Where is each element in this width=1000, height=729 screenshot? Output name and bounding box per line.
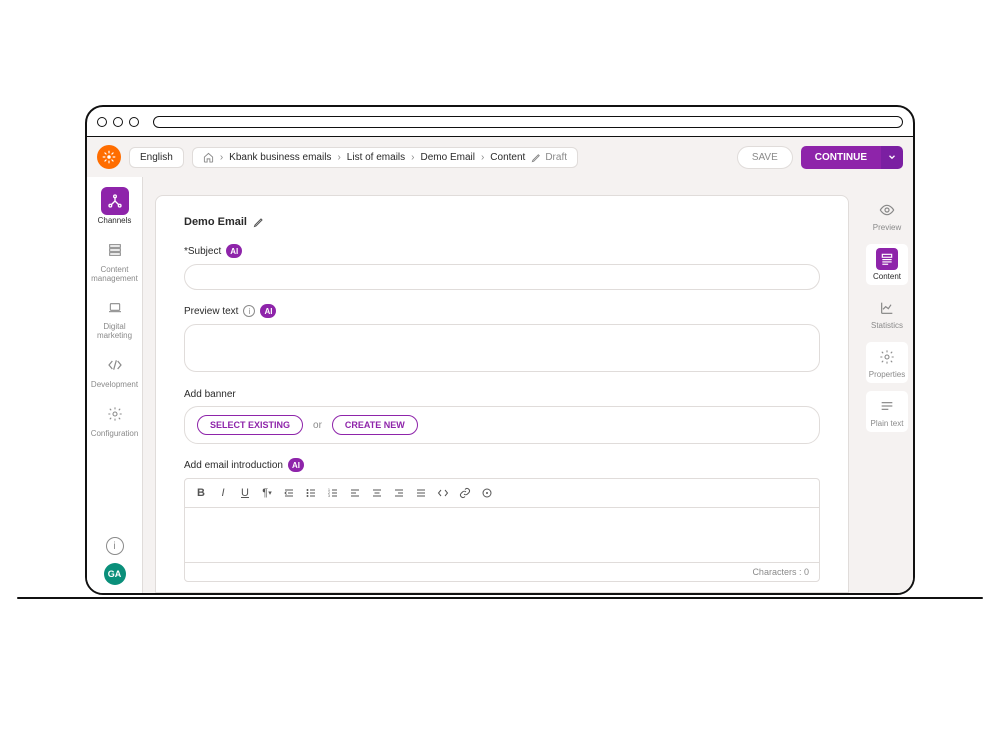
eye-icon	[879, 202, 895, 218]
window-close-icon[interactable]	[97, 117, 107, 127]
save-button[interactable]: SAVE	[737, 146, 793, 169]
rte-bullet-list[interactable]	[301, 483, 321, 503]
nav-content-management[interactable]: Content management	[87, 236, 142, 284]
add-banner-label: Add banner	[184, 389, 820, 400]
nav-label: Content management	[90, 266, 140, 284]
tab-label: Preview	[873, 223, 901, 232]
svg-text:3: 3	[328, 494, 330, 498]
brand-logo[interactable]	[97, 145, 121, 169]
tab-content[interactable]: Content	[866, 244, 908, 285]
ai-badge[interactable]: AI	[288, 458, 304, 472]
rte-code[interactable]	[433, 483, 453, 503]
subject-label: *Subject AI	[184, 244, 820, 258]
development-icon	[107, 357, 123, 373]
rte-paragraph[interactable]: ¶▾	[257, 483, 277, 503]
pencil-icon	[531, 152, 542, 163]
nav-configuration[interactable]: Configuration	[87, 400, 142, 439]
help-icon[interactable]: i	[106, 537, 124, 555]
rte-link[interactable]	[455, 483, 475, 503]
breadcrumb-item[interactable]: Kbank business emails	[229, 152, 331, 163]
rte-special-char[interactable]	[477, 483, 497, 503]
preview-text-label: Preview text i AI	[184, 304, 820, 318]
or-separator: or	[313, 420, 322, 431]
breadcrumb-item[interactable]: Content	[490, 152, 525, 163]
nav-channels[interactable]: Channels	[87, 187, 142, 226]
breadcrumb-separator: ›	[481, 152, 484, 163]
window-minimize-icon[interactable]	[113, 117, 123, 127]
nav-label: Configuration	[91, 430, 139, 439]
rich-text-editor: B I U ¶▾ 123	[184, 478, 820, 582]
device-stand	[17, 597, 983, 599]
main-panel: Demo Email *Subject AI Preview text i AI	[143, 177, 861, 593]
rte-align-justify[interactable]	[411, 483, 431, 503]
breadcrumb-separator: ›	[411, 152, 414, 163]
tab-label: Properties	[869, 370, 905, 379]
breadcrumb: › Kbank business emails › List of emails…	[192, 147, 578, 168]
rte-align-left[interactable]	[345, 483, 365, 503]
select-existing-button[interactable]: SELECT EXISTING	[197, 415, 303, 435]
rte-align-center[interactable]	[367, 483, 387, 503]
status-badge: Draft	[545, 152, 567, 163]
edit-title-icon[interactable]	[253, 216, 265, 228]
configuration-icon	[107, 406, 123, 422]
rte-character-count: Characters : 0	[185, 562, 819, 581]
content-management-icon	[107, 242, 123, 258]
window-maximize-icon[interactable]	[129, 117, 139, 127]
right-tabs: Preview Content Statistics Properties	[861, 177, 913, 593]
nav-label: Digital marketing	[90, 323, 140, 341]
chevron-down-icon	[887, 152, 897, 162]
breadcrumb-item[interactable]: Demo Email	[420, 152, 474, 163]
breadcrumb-separator: ›	[337, 152, 340, 163]
nav-label: Channels	[98, 217, 132, 226]
breadcrumb-separator: ›	[220, 152, 223, 163]
tab-plain-text[interactable]: Plain text	[866, 391, 908, 432]
gear-icon	[879, 349, 895, 365]
content-icon	[880, 252, 894, 266]
rte-italic[interactable]: I	[213, 483, 233, 503]
tab-label: Statistics	[871, 321, 903, 330]
nav-development[interactable]: Development	[87, 351, 142, 390]
continue-dropdown[interactable]	[881, 146, 903, 169]
preview-text-input[interactable]	[184, 324, 820, 372]
ai-badge[interactable]: AI	[226, 244, 242, 258]
plain-text-icon	[879, 398, 895, 414]
window-titlebar	[87, 107, 913, 137]
nav-digital-marketing[interactable]: Digital marketing	[87, 293, 142, 341]
tab-properties[interactable]: Properties	[866, 342, 908, 383]
rte-numbered-list[interactable]: 123	[323, 483, 343, 503]
nav-label: Development	[91, 381, 138, 390]
language-selector[interactable]: English	[129, 147, 184, 168]
breadcrumb-item[interactable]: List of emails	[347, 152, 405, 163]
top-bar: English › Kbank business emails › List o…	[87, 137, 913, 177]
rte-toolbar: B I U ¶▾ 123	[185, 479, 819, 508]
rte-underline[interactable]: U	[235, 483, 255, 503]
url-bar[interactable]	[153, 116, 903, 128]
channels-icon	[107, 193, 123, 209]
intro-label: Add email introduction AI	[184, 458, 820, 472]
left-nav: Channels Content management Digital mark…	[87, 177, 143, 593]
rte-body[interactable]	[185, 508, 819, 562]
statistics-icon	[879, 300, 895, 316]
home-icon[interactable]	[203, 152, 214, 163]
rte-indent-decrease[interactable]	[279, 483, 299, 503]
rte-align-right[interactable]	[389, 483, 409, 503]
create-new-button[interactable]: CREATE NEW	[332, 415, 418, 435]
tab-label: Plain text	[871, 419, 904, 428]
brand-icon	[102, 150, 116, 164]
digital-marketing-icon	[107, 299, 123, 315]
subject-input[interactable]	[184, 264, 820, 290]
ai-badge[interactable]: AI	[260, 304, 276, 318]
tab-label: Content	[873, 272, 901, 281]
help-tooltip-icon[interactable]: i	[243, 305, 255, 317]
banner-selector: SELECT EXISTING or CREATE NEW	[184, 406, 820, 444]
rte-bold[interactable]: B	[191, 483, 211, 503]
tab-preview[interactable]: Preview	[866, 195, 908, 236]
page-title: Demo Email	[184, 216, 820, 228]
user-avatar[interactable]: GA	[104, 563, 126, 585]
continue-button[interactable]: CONTINUE	[801, 146, 881, 169]
tab-statistics[interactable]: Statistics	[866, 293, 908, 334]
